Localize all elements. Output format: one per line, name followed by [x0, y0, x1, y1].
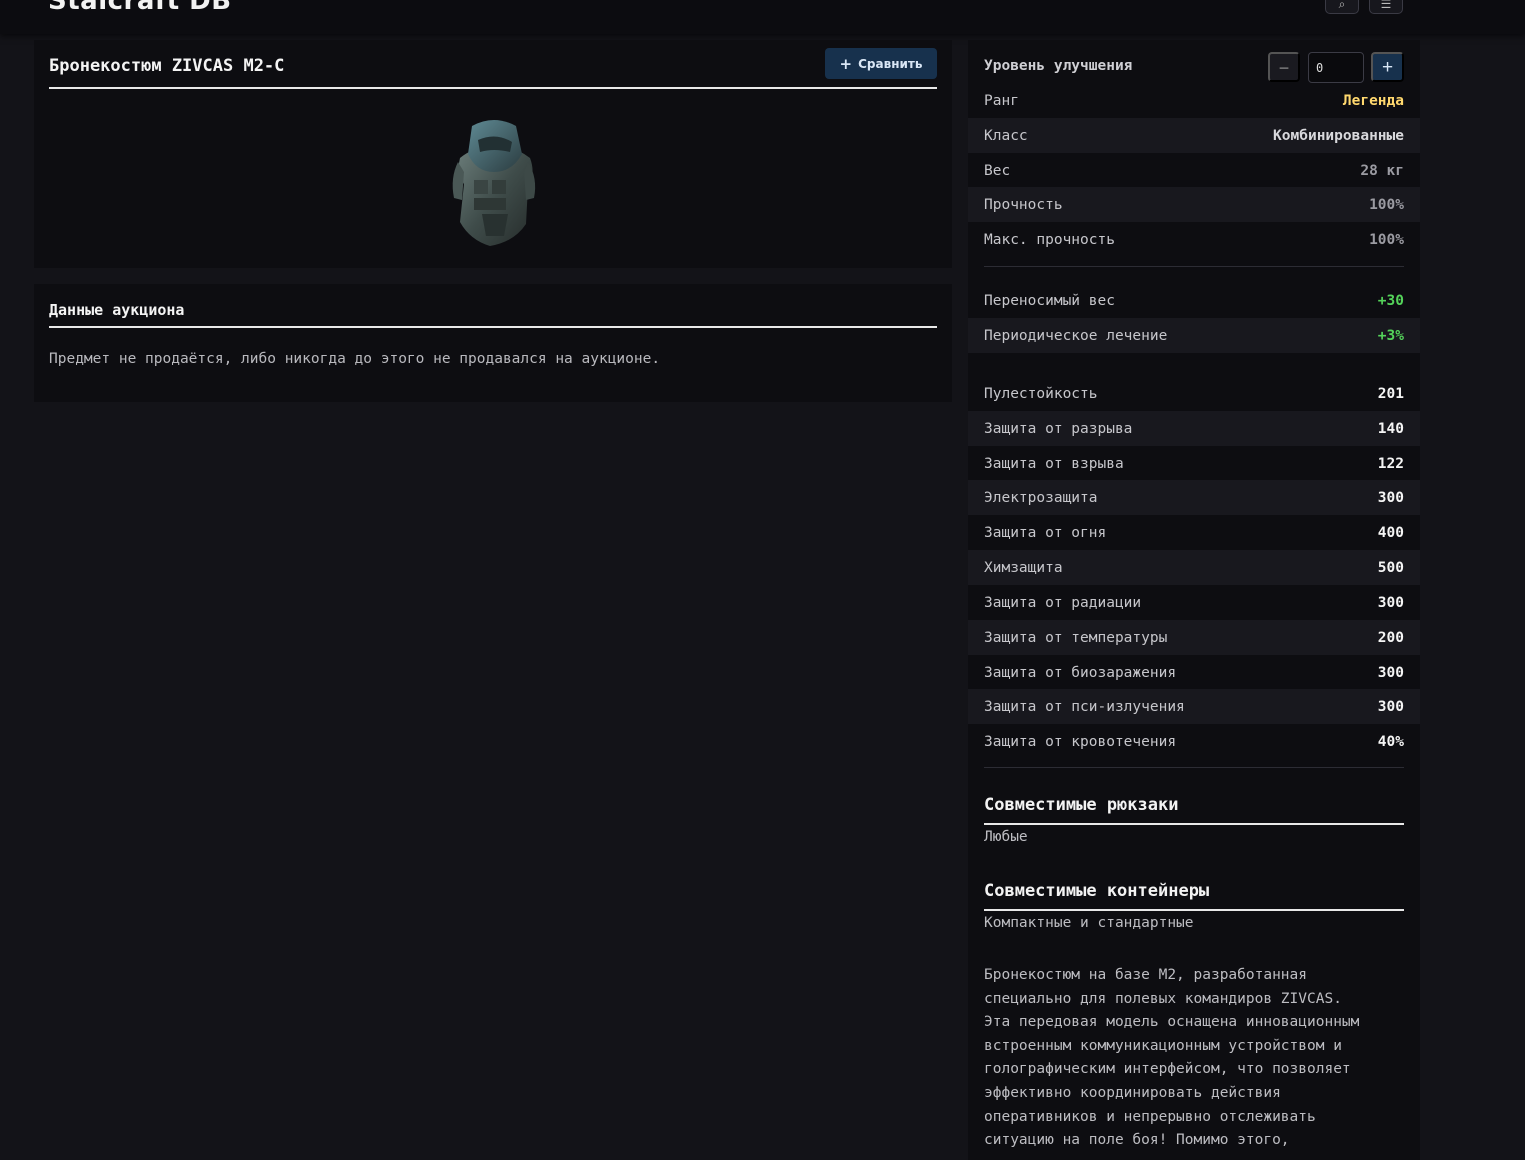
armor-suit-icon	[452, 120, 536, 246]
stat-value: 300	[1377, 489, 1404, 506]
stat-row-radiation-protection: Защита от радиации 300	[968, 585, 1420, 620]
item-description: Бронекостюм на базе M2, разработанная сп…	[984, 967, 1360, 1149]
stat-value: 500	[1377, 559, 1404, 576]
stat-value: 400	[1377, 524, 1404, 541]
auction-status-text: Предмет не продаётся, либо никогда до эт…	[49, 351, 661, 367]
stat-label: Защита от кровотечения	[984, 733, 1177, 750]
upgrade-increment-button[interactable]: +	[1371, 52, 1404, 82]
stat-label: Химзащита	[984, 559, 1063, 576]
auction-card: Данные аукциона Предмет не продаётся, ли…	[34, 284, 952, 402]
backpacks-value: Любые	[984, 829, 1028, 845]
stat-label: Защита от температуры	[984, 629, 1168, 646]
menu-button[interactable]: ☰	[1369, 0, 1403, 14]
stat-row-chemical-protection: Химзащита 500	[968, 550, 1420, 585]
compare-label: Сравнить	[858, 56, 923, 71]
stat-label: Защита от разрыва	[984, 420, 1133, 437]
compare-button[interactable]: + Сравнить	[825, 48, 937, 79]
stat-label: Класс	[984, 127, 1028, 144]
stat-value: 40%	[1377, 733, 1404, 750]
stat-value: +3%	[1377, 327, 1404, 344]
stat-label: Электрозащита	[984, 489, 1098, 506]
stat-label: Прочность	[984, 196, 1063, 213]
top-bar: Stalcraft DB ⌕ ☰	[0, 0, 1525, 34]
stat-row-bullet-resistance: Пулестойкость 201	[968, 376, 1420, 411]
item-card: Бронекостюм ZIVCAS M2-C + Сравнить	[34, 40, 952, 268]
search-icon: ⌕	[1338, 0, 1346, 11]
containers-underline	[984, 909, 1404, 911]
stat-label: Защита от радиации	[984, 594, 1142, 611]
site-logo[interactable]: Stalcraft DB	[48, 0, 232, 16]
stat-row-max-durability: Макс. прочность 100%	[968, 222, 1420, 257]
auction-title: Данные аукциона	[49, 301, 185, 319]
stat-row-class: Класс Комбинированные	[968, 118, 1420, 153]
containers-value: Компактные и стандартные	[984, 915, 1194, 931]
backpacks-title: Совместимые рюкзаки	[984, 795, 1179, 815]
stat-row-carry-weight: Переносимый вес +30	[968, 283, 1420, 318]
stat-row-weight: Вес 28 кг	[968, 153, 1420, 188]
backpacks-underline	[984, 823, 1404, 825]
search-button[interactable]: ⌕	[1325, 0, 1359, 14]
stat-row-bio-protection: Защита от биозаражения 300	[968, 655, 1420, 690]
menu-icon: ☰	[1380, 0, 1392, 11]
stat-label: Пулестойкость	[984, 385, 1098, 402]
stat-label: Защита от биозаражения	[984, 664, 1177, 681]
stat-row-electro-protection: Электрозащита 300	[968, 480, 1420, 515]
stat-value: Комбинированные	[1273, 127, 1404, 144]
section-divider	[984, 767, 1404, 768]
stat-value: 300	[1377, 664, 1404, 681]
stat-value: 300	[1377, 698, 1404, 715]
upgrade-decrement-button[interactable]: −	[1268, 52, 1300, 82]
upgrade-level-input[interactable]	[1308, 52, 1364, 83]
containers-title: Совместимые контейнеры	[984, 881, 1210, 901]
stat-value: 100%	[1369, 231, 1404, 248]
item-title: Бронекостюм ZIVCAS M2-C	[49, 56, 285, 76]
stat-row-rupture-protection: Защита от разрыва 140	[968, 411, 1420, 446]
stat-value: 122	[1377, 455, 1404, 472]
stat-value: 100%	[1369, 196, 1404, 213]
section-divider	[984, 266, 1404, 267]
stat-value: 300	[1377, 594, 1404, 611]
stat-row-explosion-protection: Защита от взрыва 122	[968, 446, 1420, 481]
stat-value: +30	[1377, 292, 1404, 309]
stat-value: 201	[1377, 385, 1404, 402]
stat-label: Периодическое лечение	[984, 327, 1168, 344]
stat-value: Легенда	[1342, 92, 1404, 109]
stat-label: Ранг	[984, 92, 1019, 109]
stats-panel: Уровень улучшения − + Ранг Легенда Класс…	[968, 40, 1420, 1160]
stat-row-durability: Прочность 100%	[968, 187, 1420, 222]
stat-label: Макс. прочность	[984, 231, 1115, 248]
stat-row-psi-protection: Защита от пси-излучения 300	[968, 689, 1420, 724]
stat-value: 200	[1377, 629, 1404, 646]
stat-label: Вес	[984, 162, 1011, 179]
stat-value: 140	[1377, 420, 1404, 437]
stat-label: Защита от пси-излучения	[984, 698, 1185, 715]
stat-row-rank: Ранг Легенда	[968, 83, 1420, 118]
stat-row-temperature-protection: Защита от температуры 200	[968, 620, 1420, 655]
stat-row-fire-protection: Защита от огня 400	[968, 515, 1420, 550]
stat-row-bleeding-protection: Защита от кровотечения 40%	[968, 724, 1420, 759]
title-underline	[49, 87, 937, 89]
stat-value: 28 кг	[1360, 162, 1404, 179]
stat-row-periodic-healing: Периодическое лечение +3%	[968, 318, 1420, 353]
upgrade-level-label: Уровень улучшения	[984, 58, 1133, 74]
auction-underline	[49, 326, 937, 328]
plus-icon: +	[839, 54, 853, 73]
stat-label: Защита от взрыва	[984, 455, 1124, 472]
stat-label: Защита от огня	[984, 524, 1107, 541]
stat-label: Переносимый вес	[984, 292, 1115, 309]
